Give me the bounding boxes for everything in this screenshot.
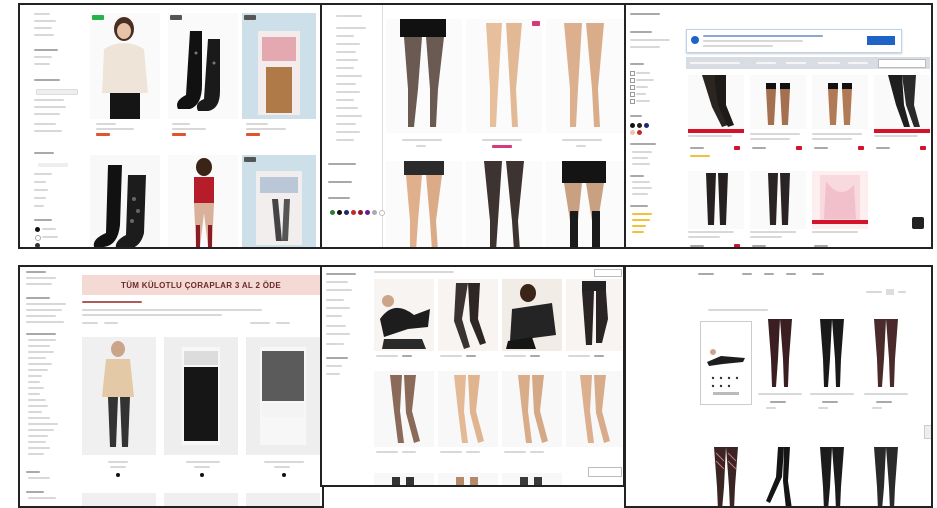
sort-dropdown[interactable]: [878, 59, 926, 68]
product-card-image[interactable]: [90, 155, 160, 247]
product-card-image[interactable]: [762, 447, 798, 506]
screenshot-panel-3: [624, 3, 933, 249]
screenshot-panel-1: [18, 3, 322, 249]
product-card-image[interactable]: [546, 161, 624, 247]
new-badge: [92, 15, 104, 20]
product-card-image[interactable]: [246, 493, 320, 506]
product-card-image[interactable]: [168, 13, 238, 119]
filter-sidebar: [20, 267, 78, 506]
new-badge: [170, 15, 182, 20]
filter-sidebar: [20, 5, 88, 247]
product-card-image[interactable]: [90, 13, 160, 119]
product-card-image[interactable]: [814, 319, 850, 389]
campaign-strip: [812, 220, 868, 224]
notification-popup: [686, 29, 902, 53]
product-card-image[interactable]: [386, 161, 462, 247]
product-card-image[interactable]: [438, 473, 498, 485]
sort-dropdown[interactable]: [594, 269, 622, 277]
product-card-image[interactable]: [868, 447, 904, 506]
allow-notifications-button[interactable]: [867, 36, 895, 45]
screenshot-panel-5: [320, 265, 625, 487]
product-card-image[interactable]: [466, 19, 542, 133]
product-card-image[interactable]: [502, 371, 562, 447]
product-card-image[interactable]: [438, 279, 498, 351]
product-card-image[interactable]: [374, 279, 434, 351]
product-card-image[interactable]: [566, 279, 622, 351]
product-card-image[interactable]: [874, 75, 930, 129]
product-card-image[interactable]: [374, 371, 434, 447]
sale-badge: [532, 21, 540, 26]
product-card-image[interactable]: [688, 75, 744, 129]
product-card-image[interactable]: [502, 279, 562, 351]
view-toggle[interactable]: [886, 289, 894, 295]
product-card-image[interactable]: [438, 371, 498, 447]
new-badge: [244, 157, 256, 162]
product-card-image[interactable]: [868, 319, 904, 389]
compare-button[interactable]: [588, 467, 622, 477]
product-card-image[interactable]: [750, 75, 806, 129]
product-card-image[interactable]: [164, 337, 238, 455]
product-card-image[interactable]: [762, 319, 798, 389]
product-card-image[interactable]: [242, 155, 316, 247]
campaign-banner-text: TÜM KÜLOTLU ÇORAPLAR 3 AL 2 ÖDE: [121, 280, 281, 290]
screenshot-panel-6: [624, 265, 933, 508]
sort-toolbar: [686, 57, 930, 69]
top-nav: [626, 267, 931, 279]
bell-icon: [691, 36, 699, 44]
product-card-image[interactable]: [750, 171, 806, 229]
product-card-image[interactable]: [814, 447, 850, 506]
color-swatches[interactable]: [330, 210, 386, 218]
product-card-image[interactable]: [82, 337, 156, 455]
scroll-to-top-button[interactable]: [912, 217, 924, 229]
product-card-image[interactable]: [502, 473, 562, 485]
product-card-image[interactable]: [246, 337, 320, 455]
campaign-banner[interactable]: TÜM KÜLOTLU ÇORAPLAR 3 AL 2 ÖDE: [82, 275, 320, 295]
product-card-image[interactable]: [168, 155, 238, 247]
screenshot-panel-4: TÜM KÜLOTLU ÇORAPLAR 3 AL 2 ÖDE: [18, 265, 324, 508]
new-badge: [244, 15, 256, 20]
product-card-image[interactable]: [708, 447, 744, 506]
product-card-image[interactable]: [688, 171, 744, 229]
product-card-image[interactable]: [546, 19, 624, 133]
product-card-image[interactable]: [164, 493, 238, 506]
campaign-strip: [688, 129, 744, 133]
product-card-image[interactable]: [386, 19, 462, 133]
product-card-image[interactable]: [242, 13, 316, 119]
next-arrow-icon[interactable]: [924, 425, 931, 439]
campaign-strip: [874, 129, 930, 133]
product-card-image[interactable]: [566, 371, 622, 447]
filter-sidebar: [626, 5, 684, 247]
product-card-image[interactable]: [812, 75, 868, 129]
filter-sidebar: [322, 267, 370, 485]
product-card-image[interactable]: [374, 473, 434, 485]
product-card-image[interactable]: [466, 161, 542, 247]
promo-card[interactable]: [700, 321, 752, 405]
screenshot-panel-2: [320, 3, 628, 249]
product-card-image[interactable]: [82, 493, 156, 506]
